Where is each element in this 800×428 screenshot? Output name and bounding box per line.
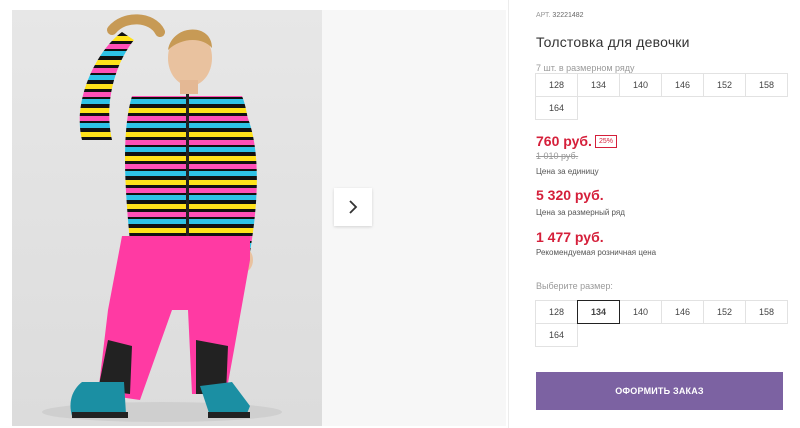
- size-option-140[interactable]: 140: [619, 300, 662, 324]
- article-value: 32221482: [552, 12, 584, 19]
- chevron-right-icon: [349, 200, 358, 214]
- lineup-price-caption: Цена за размерный ряд: [536, 208, 625, 217]
- lineup-size-grid: 128 134 140 146 152 158 164: [535, 73, 788, 120]
- size-selector-label: Выберите размер:: [536, 281, 613, 291]
- size-option-152[interactable]: 152: [703, 300, 746, 324]
- lineup-price: 5 320 руб.: [536, 187, 604, 203]
- retail-price: 1 477 руб.: [536, 229, 604, 245]
- product-photo-illustration: [42, 14, 282, 422]
- lineup-size-152: 152: [703, 73, 746, 97]
- product-gallery: [12, 10, 506, 426]
- size-option-158[interactable]: 158: [745, 300, 788, 324]
- retail-price-caption: Рекомендуемая розничная цена: [536, 248, 657, 257]
- product-photo[interactable]: [12, 10, 322, 426]
- lineup-hint: 7 шт. в размерном ряду: [536, 63, 635, 73]
- old-price: 1 010 руб.: [536, 151, 579, 161]
- lineup-size-140: 140: [619, 73, 662, 97]
- gallery-next-button[interactable]: [334, 188, 372, 226]
- lineup-size-134: 134: [577, 73, 620, 97]
- article-label: АРТ.: [536, 12, 551, 19]
- size-option-134-selected[interactable]: 134: [577, 300, 620, 324]
- unit-price-caption: Цена за единицу: [536, 167, 599, 176]
- lineup-size-164: 164: [535, 96, 578, 120]
- discount-badge: 25%: [595, 135, 618, 148]
- article-number: АРТ. 32221482: [536, 12, 584, 19]
- panel-divider: [508, 0, 509, 428]
- product-title: Толстовка для девочки: [536, 34, 690, 50]
- size-selector-grid: 128 134 140 146 152 158 164: [535, 300, 788, 347]
- size-option-146[interactable]: 146: [661, 300, 704, 324]
- size-option-128[interactable]: 128: [535, 300, 578, 324]
- lineup-size-158: 158: [745, 73, 788, 97]
- lineup-size-146: 146: [661, 73, 704, 97]
- unit-price: 760 руб.: [536, 133, 592, 149]
- lineup-size-128: 128: [535, 73, 578, 97]
- size-option-164[interactable]: 164: [535, 323, 578, 347]
- place-order-button[interactable]: ОФОРМИТЬ ЗАКАЗ: [536, 372, 783, 410]
